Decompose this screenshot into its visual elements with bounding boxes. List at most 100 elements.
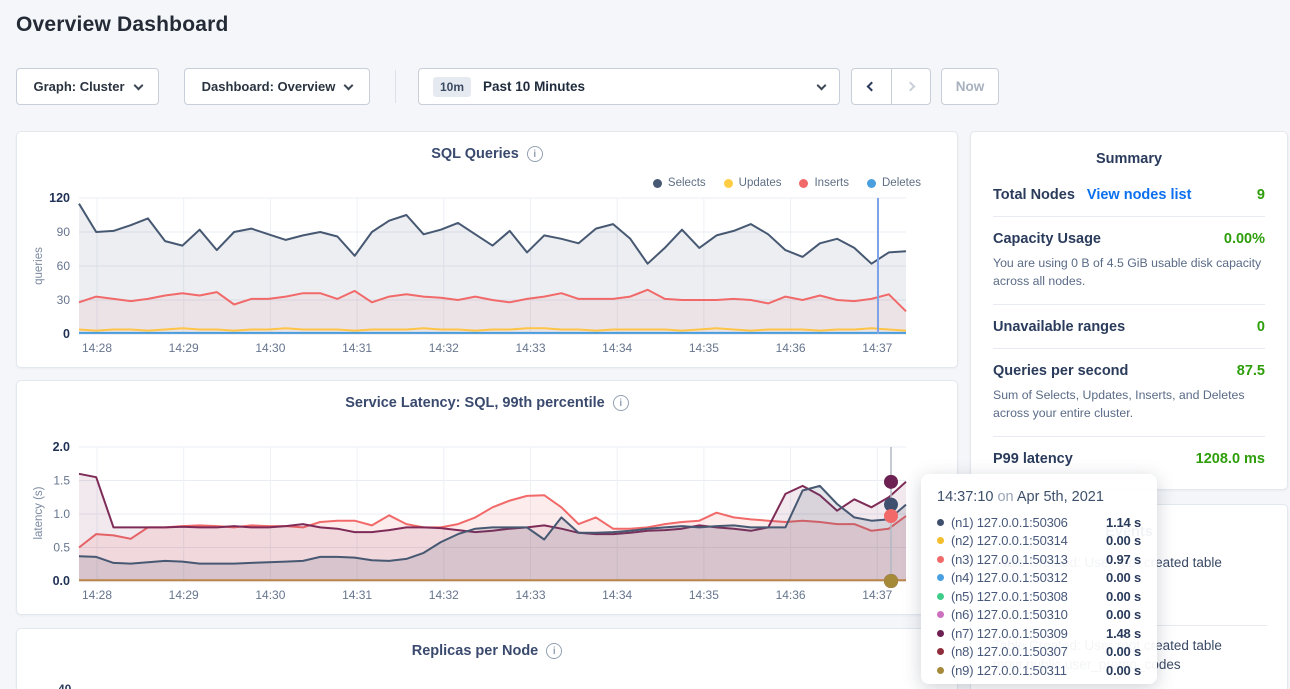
- node-color-dot: [937, 648, 944, 655]
- svg-text:60: 60: [57, 259, 71, 273]
- time-next-button[interactable]: [891, 69, 930, 104]
- graph-dropdown-label: Graph: Cluster: [33, 79, 124, 94]
- svg-text:14:31: 14:31: [342, 588, 372, 602]
- node-latency-value: 1.48 s: [1106, 626, 1141, 641]
- replicas-per-node-title: Replicas per Node: [412, 643, 539, 659]
- svg-text:1.5: 1.5: [53, 474, 70, 488]
- chevron-down-icon: [817, 80, 827, 90]
- view-nodes-link[interactable]: View nodes list: [1087, 187, 1192, 203]
- page-title: Overview Dashboard: [16, 13, 229, 37]
- chevron-left-icon: [867, 82, 877, 92]
- now-button[interactable]: Now: [941, 68, 999, 105]
- node-address: (n8) 127.0.0.1:50307: [951, 644, 1068, 659]
- svg-text:14:37: 14:37: [862, 341, 892, 355]
- svg-text:120: 120: [49, 191, 70, 205]
- node-address: (n3) 127.0.0.1:50313: [951, 552, 1068, 567]
- node-color-dot: [937, 519, 944, 526]
- svg-text:14:36: 14:36: [776, 588, 806, 602]
- svg-text:0.0: 0.0: [53, 574, 70, 588]
- node-address: (n4) 127.0.0.1:50312: [951, 570, 1068, 585]
- svg-text:14:33: 14:33: [515, 588, 545, 602]
- svg-text:14:32: 14:32: [429, 341, 459, 355]
- node-latency-value: 0.00 s: [1106, 644, 1141, 659]
- summary-rows: Total Nodes View nodes list 9 Capacity Usag…: [971, 167, 1287, 480]
- summary-row-value: 0: [1257, 319, 1265, 335]
- svg-text:2.0: 2.0: [53, 440, 70, 454]
- chevron-down-icon: [133, 80, 143, 90]
- svg-text:14:29: 14:29: [169, 588, 199, 602]
- svg-text:0.5: 0.5: [53, 541, 70, 555]
- summary-row-label: Capacity Usage: [993, 231, 1101, 247]
- svg-text:30: 30: [57, 293, 71, 307]
- chevron-down-icon: [344, 80, 354, 90]
- chart-hover-tooltip: 14:37:10 on Apr 5th, 2021 (n1) 127.0.0.1…: [921, 474, 1157, 684]
- info-icon[interactable]: i: [546, 643, 562, 659]
- node-latency-value: 0.00 s: [1106, 663, 1141, 678]
- time-nav-group: [851, 68, 931, 105]
- dashboard-dropdown[interactable]: Dashboard: Overview: [184, 68, 370, 105]
- tooltip-node-row: (n2) 127.0.0.1:50314 0.00 s: [937, 532, 1141, 551]
- node-address: (n9) 127.0.0.1:50311: [951, 663, 1067, 678]
- svg-text:14:34: 14:34: [602, 588, 632, 602]
- summary-row-value: 0.00%: [1224, 231, 1265, 247]
- summary-row-subtext: Sum of Selects, Updates, Inserts, and De…: [993, 386, 1265, 423]
- service-latency-card: Service Latency: SQL, 99th percentile i …: [16, 380, 958, 615]
- node-address: (n7) 127.0.0.1:50309: [951, 626, 1068, 641]
- svg-text:90: 90: [57, 225, 71, 239]
- tooltip-node-row: (n7) 127.0.0.1:50309 1.48 s: [937, 624, 1141, 643]
- summary-row-label: P99 latency: [993, 451, 1073, 467]
- node-latency-value: 0.97 s: [1106, 552, 1141, 567]
- summary-row: Unavailable ranges 0: [993, 305, 1265, 349]
- node-color-dot: [937, 556, 944, 563]
- node-latency-value: 0.00 s: [1106, 533, 1141, 548]
- svg-text:14:36: 14:36: [776, 341, 806, 355]
- node-latency-value: 0.00 s: [1106, 607, 1141, 622]
- node-address: (n2) 127.0.0.1:50314: [951, 533, 1068, 548]
- svg-text:14:35: 14:35: [689, 588, 719, 602]
- toolbar-divider: [395, 70, 396, 103]
- replicas-per-node-card: Replicas per Node i 40: [16, 628, 958, 689]
- time-range-dropdown[interactable]: 10m Past 10 Minutes: [418, 68, 840, 105]
- summary-row-label: Unavailable ranges: [993, 319, 1125, 335]
- summary-row-label: Total Nodes: [993, 187, 1075, 203]
- replicas-y-tick: 40: [58, 682, 71, 689]
- node-latency-value: 0.00 s: [1106, 589, 1141, 604]
- chevron-right-icon: [906, 82, 916, 92]
- summary-row-label: Queries per second: [993, 363, 1128, 379]
- node-latency-value: 1.14 s: [1106, 515, 1141, 530]
- summary-row-value: 87.5: [1237, 363, 1265, 379]
- summary-row: Capacity Usage 0.00% You are using 0 B of …: [993, 217, 1265, 305]
- svg-text:14:30: 14:30: [255, 341, 285, 355]
- svg-text:14:29: 14:29: [169, 341, 199, 355]
- time-prev-button[interactable]: [852, 69, 891, 104]
- tooltip-node-row: (n8) 127.0.0.1:50307 0.00 s: [937, 643, 1141, 662]
- time-range-label: Past 10 Minutes: [483, 79, 585, 94]
- tooltip-node-row: (n3) 127.0.0.1:50313 0.97 s: [937, 550, 1141, 569]
- svg-text:14:37: 14:37: [862, 588, 892, 602]
- tooltip-node-row: (n4) 127.0.0.1:503120.00 s: [937, 569, 1141, 588]
- summary-row-value: 9: [1257, 187, 1265, 203]
- node-color-dot: [937, 611, 944, 618]
- svg-text:14:35: 14:35: [689, 341, 719, 355]
- graph-dropdown[interactable]: Graph: Cluster: [16, 68, 159, 105]
- tooltip-rows: (n1) 127.0.0.1:50306 1.14 s (n2) 127.0.0.1…: [937, 513, 1141, 680]
- node-color-dot: [937, 574, 944, 581]
- svg-text:14:32: 14:32: [429, 588, 459, 602]
- tooltip-node-row: (n1) 127.0.0.1:50306 1.14 s: [937, 513, 1141, 532]
- node-address: (n1) 127.0.0.1:50306: [951, 515, 1068, 530]
- tooltip-node-row: (n9) 127.0.0.1:50311 0.00 s: [937, 661, 1141, 680]
- summary-row-subtext: You are using 0 B of 4.5 GiB usable disk…: [993, 254, 1265, 291]
- svg-text:14:28: 14:28: [82, 341, 112, 355]
- node-address: (n5) 127.0.0.1:50308: [951, 589, 1068, 604]
- svg-text:1.0: 1.0: [53, 507, 70, 521]
- summary-row: Queries per second 87.5 Sum of Selects, Up…: [993, 349, 1265, 437]
- overview-dashboard-screen: Overview Dashboard Graph: Cluster Dashbo…: [0, 0, 1290, 689]
- tooltip-timestamp: 14:37:10 on Apr 5th, 2021: [937, 489, 1141, 505]
- svg-text:14:34: 14:34: [602, 341, 632, 355]
- summary-panel: Summary Total NodesView nodes list9Capac…: [970, 131, 1288, 490]
- svg-text:14:28: 14:28: [82, 588, 112, 602]
- summary-row: Total Nodes View nodes list 9: [993, 173, 1265, 217]
- node-color-dot: [937, 537, 944, 544]
- svg-text:14:31: 14:31: [342, 341, 372, 355]
- svg-text:14:30: 14:30: [255, 588, 285, 602]
